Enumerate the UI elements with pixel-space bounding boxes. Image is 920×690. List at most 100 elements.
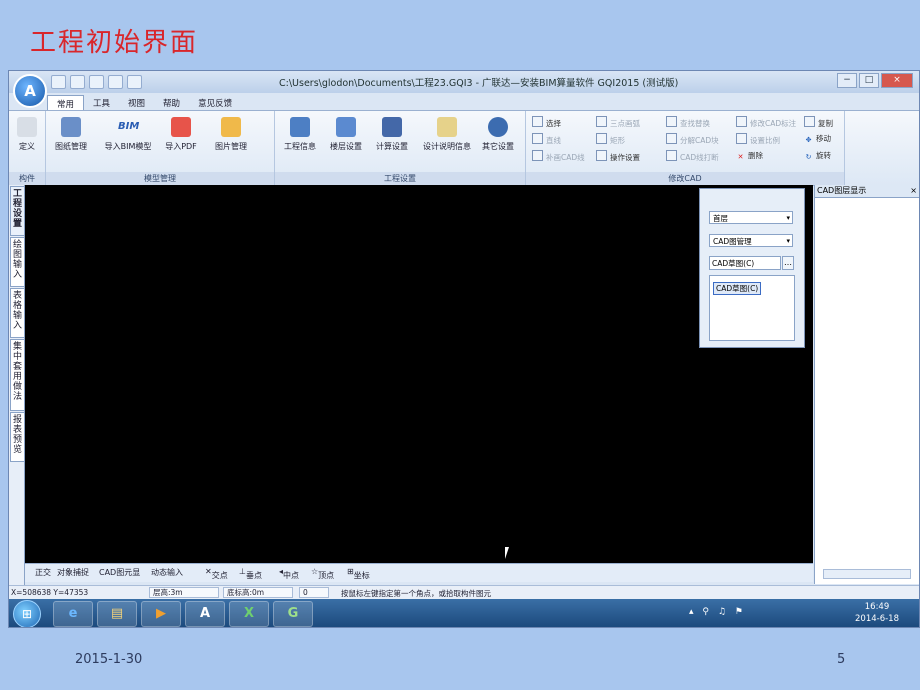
slide-title: 工程初始界面 — [30, 28, 199, 58]
horizontal-scrollbar[interactable] — [823, 569, 911, 579]
group-component: 定义 构件 — [9, 111, 46, 185]
start-button[interactable]: ⊞ — [13, 600, 41, 627]
other-settings-button[interactable]: 其它设置 — [475, 117, 521, 152]
explode-block-button[interactable]: 分解CAD块 — [666, 133, 719, 146]
snap-coordinate[interactable]: ⊞ 坐标 — [347, 567, 370, 580]
define-icon — [17, 117, 37, 137]
undo-icon[interactable] — [108, 75, 123, 89]
notes-icon — [437, 117, 457, 137]
minimize-button[interactable]: − — [837, 73, 857, 88]
open-icon[interactable] — [70, 75, 85, 89]
move-button[interactable]: ✥ 移动 — [804, 133, 831, 145]
define-button[interactable]: 定义 — [9, 117, 50, 152]
delete-button[interactable]: ✕ 删除 — [736, 150, 763, 162]
snap-toolbar: 正交 对象捕捉 CAD图元显 动态输入 ✕ 交点 ⊥ 垂点 ◂ 中点 ☆ 顶点 … — [25, 563, 813, 582]
project-info-button[interactable]: 工程信息 — [277, 117, 323, 152]
dynamic-input-toggle[interactable]: 动态输入 — [151, 567, 183, 578]
copy-button[interactable]: 复制 — [804, 116, 833, 129]
snap-intersection[interactable]: ✕ 交点 — [205, 567, 228, 580]
drawing-mgmt-label: 图纸管理 — [55, 142, 87, 151]
taskbar: ⊞ e ▤ ▶ A X G ▴ ⚲ ♫ ⚑ 16:49 2014-6-18 — [9, 599, 919, 627]
design-notes-button[interactable]: 设计说明信息 — [419, 117, 475, 152]
rotate-button[interactable]: ↻ 旋转 — [804, 150, 831, 162]
calc-settings-button[interactable]: 计算设置 — [369, 117, 415, 152]
maximize-button[interactable]: □ — [859, 73, 879, 88]
glodon-taskbar-icon[interactable]: G — [273, 601, 313, 627]
op-settings-button[interactable]: 操作设置 — [596, 150, 640, 163]
app-logo-icon[interactable]: A — [13, 74, 47, 108]
snap-vertex[interactable]: ☆ 顶点 — [311, 567, 334, 580]
cad-layer-panel: CAD图层显示 × — [814, 185, 919, 584]
list-item[interactable]: CAD草图(C) — [713, 282, 762, 295]
import-pdf-button[interactable]: 导入PDF — [158, 117, 204, 152]
import-bim-button[interactable]: BIM 导入BIM模型 — [100, 117, 156, 152]
image-icon — [221, 117, 241, 137]
calc-icon — [382, 117, 402, 137]
edit-dim-button[interactable]: 修改CAD标注 — [736, 116, 796, 129]
image-mgmt-button[interactable]: 图片管理 — [208, 117, 254, 152]
cad-display-toggle[interactable]: CAD图元显 — [99, 567, 140, 578]
floor-settings-label: 楼层设置 — [330, 142, 362, 151]
select-button[interactable]: 选择 — [532, 116, 561, 129]
floor-select[interactable]: 首层 — [709, 211, 793, 225]
media-taskbar-icon[interactable]: ▶ — [141, 601, 181, 627]
left-sidebar: 工程设置 绘图输入 表格输入 集中套用做法 报表预览 — [9, 185, 25, 585]
drawing-mgmt-button[interactable]: 图纸管理 — [48, 117, 94, 152]
cad-draft-field[interactable]: CAD草图(C) — [709, 256, 781, 270]
find-replace-button[interactable]: 查找替换 — [666, 116, 710, 129]
drawing-canvas[interactable] — [25, 185, 813, 563]
import-pdf-label: 导入PDF — [165, 142, 197, 151]
set-scale-button[interactable]: 设置比例 — [736, 133, 780, 146]
import-bim-label: 导入BIM模型 — [104, 142, 152, 151]
panel-close-icon[interactable]: × — [910, 185, 917, 197]
calc-settings-label: 计算设置 — [376, 142, 408, 151]
new-icon[interactable] — [51, 75, 66, 89]
browse-button[interactable]: … — [782, 256, 794, 270]
system-tray[interactable]: ▴ ⚲ ♫ ⚑ — [689, 607, 746, 617]
find-icon — [666, 116, 677, 127]
select-icon — [532, 116, 543, 127]
gqi-taskbar-icon[interactable]: A — [185, 601, 225, 627]
ie-taskbar-icon[interactable]: e — [53, 601, 93, 627]
group-cad: 选择 直线 补画CAD线 三点画弧 矩形 操作设置 查找替换 分解CAD块 CA… — [526, 111, 845, 185]
excel-taskbar-icon[interactable]: X — [229, 601, 269, 627]
floors-icon — [336, 117, 356, 137]
sidebar-tab-report-preview[interactable]: 报表预览 — [10, 412, 25, 462]
redo-icon[interactable] — [127, 75, 142, 89]
break-line-button[interactable]: CAD线打断 — [666, 150, 719, 163]
arc-icon — [596, 116, 607, 127]
cad-layer-title: CAD图层显示 — [817, 186, 867, 195]
ortho-toggle[interactable]: 正交 — [35, 567, 51, 578]
line-icon — [532, 133, 543, 144]
cad-draft-list[interactable]: CAD草图(C) — [709, 275, 795, 341]
window-controls: − □ × — [837, 73, 913, 88]
group-label-model: 模型管理 — [46, 172, 274, 185]
arc-button[interactable]: 三点画弧 — [596, 116, 640, 129]
add-cad-line-button[interactable]: 补画CAD线 — [532, 150, 585, 163]
ribbon: 定义 构件 图纸管理 BIM 导入BIM模型 导入PDF 图片管理 模型管理 工… — [9, 110, 919, 186]
sidebar-tab-batch-method[interactable]: 集中套用做法 — [10, 339, 25, 411]
object-snap-toggle[interactable]: 对象捕捉 — [57, 567, 89, 578]
group-model: 图纸管理 BIM 导入BIM模型 导入PDF 图片管理 模型管理 — [46, 111, 275, 185]
sidebar-tab-project-settings[interactable]: 工程设置 — [10, 186, 25, 236]
window-title: C:\Users\glodon\Documents\工程23.GQI3 - 广联… — [279, 78, 679, 89]
floor-height: 层高:3m — [149, 587, 219, 598]
save-icon[interactable] — [89, 75, 104, 89]
delete-icon: ✕ — [737, 153, 744, 161]
rect-button[interactable]: 矩形 — [596, 133, 625, 146]
bim-icon: BIM — [118, 121, 140, 132]
sidebar-tab-draw-input[interactable]: 绘图输入 — [10, 237, 25, 287]
snap-perpendicular[interactable]: ⊥ 垂点 — [239, 567, 262, 580]
explorer-taskbar-icon[interactable]: ▤ — [97, 601, 137, 627]
design-notes-label: 设计说明信息 — [423, 142, 471, 151]
base-elevation: 底标高:0m — [223, 587, 293, 598]
sidebar-tab-table-input[interactable]: 表格输入 — [10, 288, 25, 338]
app-screenshot: C:\Users\glodon\Documents\工程23.GQI3 - 广联… — [8, 70, 920, 628]
close-button[interactable]: × — [881, 73, 913, 88]
line-button[interactable]: 直线 — [532, 133, 561, 146]
cad-manager-select[interactable]: CAD图管理 — [709, 234, 793, 248]
group-label-cad: 修改CAD — [526, 172, 844, 185]
floor-settings-button[interactable]: 楼层设置 — [323, 117, 369, 152]
snap-midpoint[interactable]: ◂ 中点 — [279, 567, 299, 580]
clock[interactable]: 16:49 2014-6-18 — [855, 601, 899, 625]
